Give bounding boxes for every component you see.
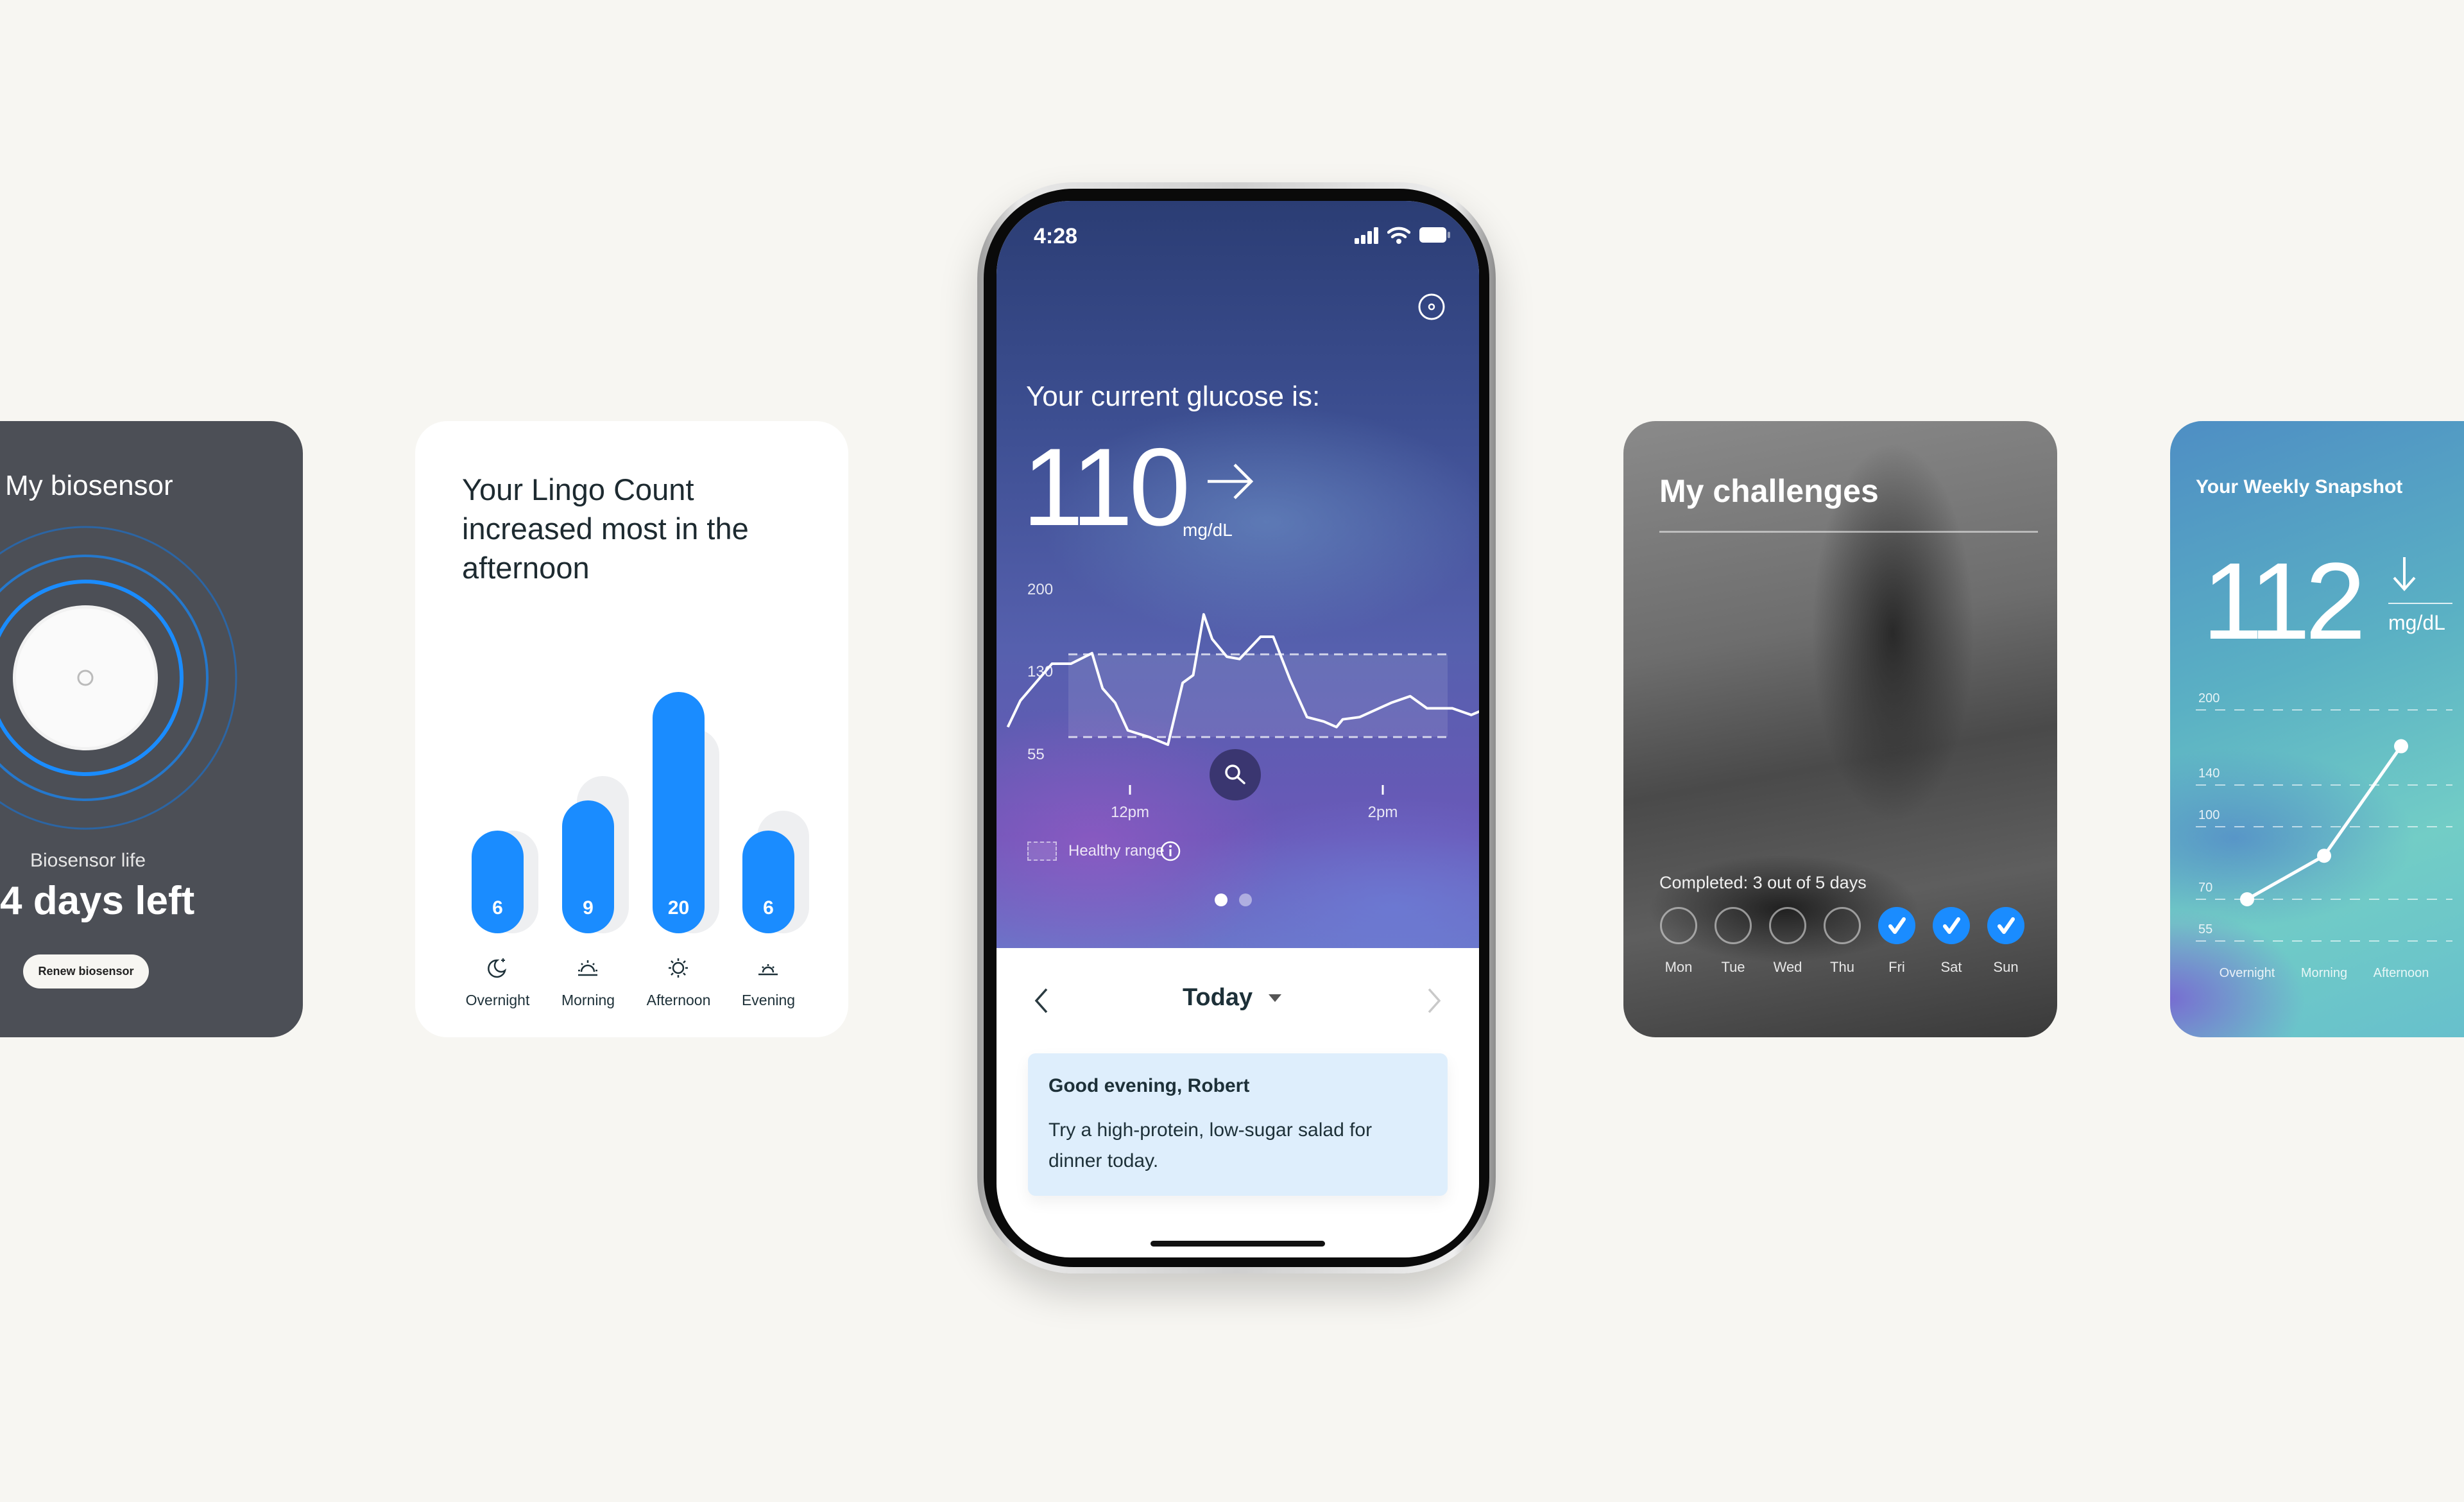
y-tick-label: 140 bbox=[2198, 766, 2220, 781]
category-label: Afternoon bbox=[646, 992, 711, 1008]
challenge-days: Mon Tue Wed Thu Fri Sat Sun bbox=[1623, 421, 2057, 1037]
category-label: Overnight bbox=[465, 992, 530, 1008]
day-label: Sun bbox=[1993, 959, 2019, 975]
day-label: Thu bbox=[1830, 959, 1854, 975]
biosensor-card: My biosensor Biosensor life 4 days left … bbox=[0, 421, 303, 1037]
glucose-line-chart: 2001305512pm2pm4pm bbox=[1006, 581, 1479, 821]
day-thu-status[interactable] bbox=[1824, 907, 1861, 944]
caret-down-icon bbox=[1269, 994, 1282, 1002]
weekly-point-morning[interactable] bbox=[2317, 849, 2331, 863]
lingo-count-card: Your Lingo Count increased most in the a… bbox=[415, 421, 848, 1037]
y-tick-label: 55 bbox=[1027, 746, 1045, 763]
biosensor-life-label: Biosensor life bbox=[30, 850, 146, 871]
biosensor-rings-icon bbox=[0, 526, 237, 830]
renew-biosensor-button[interactable]: Renew biosensor bbox=[23, 954, 149, 988]
category-label: Overnight bbox=[2220, 966, 2275, 980]
weekly-point-overnight[interactable] bbox=[2240, 892, 2254, 906]
chevron-right-icon[interactable] bbox=[1424, 987, 1443, 1015]
x-tick-label: 2pm bbox=[1368, 804, 1398, 821]
page-indicator[interactable] bbox=[1215, 893, 1252, 906]
y-tick-label: 70 bbox=[2198, 881, 2212, 895]
message-title: Good evening, Robert bbox=[1048, 1075, 1250, 1096]
magnifier-icon bbox=[1225, 764, 1245, 784]
day-mon-status[interactable] bbox=[1660, 907, 1697, 944]
message-body: Try a high-protein, low-sugar salad for … bbox=[1048, 1119, 1373, 1171]
info-icon[interactable] bbox=[1159, 840, 1181, 862]
y-tick-label: 100 bbox=[2198, 808, 2220, 822]
y-tick-label: 200 bbox=[2198, 691, 2220, 705]
sun-icon bbox=[667, 956, 690, 983]
chevron-left-icon[interactable] bbox=[1032, 987, 1052, 1015]
weekly-line-chart: 200 140 100 70 55 Overnight Morning Afternoon bbox=[2196, 691, 2452, 980]
healthy-range-legend: Healthy range bbox=[1068, 842, 1165, 859]
lingo-bar-chart: 6 Overnight 9 Morning 20 Afternoon 6 Evening bbox=[415, 421, 848, 1037]
biosensor-days-left: 4 days left bbox=[0, 879, 195, 923]
page-dot[interactable] bbox=[1215, 893, 1228, 906]
day-wed-status[interactable] bbox=[1769, 907, 1806, 944]
bar-value-label: 6 bbox=[492, 897, 503, 919]
day-label: Tue bbox=[1721, 959, 1745, 975]
category-label: Morning bbox=[561, 992, 615, 1008]
weekly-series-line bbox=[2246, 745, 2403, 901]
bar-value-label: 9 bbox=[583, 897, 594, 919]
category-label: Afternoon bbox=[2374, 966, 2429, 980]
date-label: Today bbox=[1183, 984, 1253, 1011]
healthy-range-swatch bbox=[1027, 842, 1057, 861]
day-label: Wed bbox=[1773, 959, 1802, 975]
message-card[interactable]: Good evening, Robert Try a high-protein,… bbox=[1028, 1053, 1448, 1196]
sunset-icon bbox=[757, 956, 780, 983]
checkmark-icon bbox=[1888, 917, 1906, 934]
day-sun-status[interactable] bbox=[1987, 907, 2024, 944]
y-tick-label: 55 bbox=[2198, 922, 2212, 937]
checkmark-icon bbox=[1998, 917, 2015, 934]
bar-value-label: 6 bbox=[763, 897, 774, 919]
day-label: Sat bbox=[1940, 959, 1962, 975]
home-indicator[interactable] bbox=[1151, 1241, 1325, 1247]
day-sat-status[interactable] bbox=[1933, 907, 1970, 944]
sunrise-icon bbox=[576, 956, 599, 983]
weekly-snapshot-card[interactable]: Your Weekly Snapshot 112 mg/dL 200 140 100… bbox=[2170, 421, 2464, 1037]
day-label: Fri bbox=[1888, 959, 1905, 975]
challenges-card[interactable]: My challenges Completed: 3 out of 5 days… bbox=[1623, 421, 2057, 1037]
category-label: Morning bbox=[2301, 966, 2347, 980]
y-tick-label: 200 bbox=[1027, 581, 1053, 598]
category-label: Evening bbox=[741, 992, 796, 1008]
x-tick-label: 12pm bbox=[1111, 804, 1149, 821]
bar-value-label: 20 bbox=[667, 897, 690, 919]
phone-screen: 4:28 Your current glucose is: 110 mg/dL … bbox=[997, 201, 1479, 1257]
day-tue-status[interactable] bbox=[1715, 907, 1752, 944]
checkmark-icon bbox=[1943, 917, 1960, 934]
day-fri-status[interactable] bbox=[1878, 907, 1915, 944]
day-label: Mon bbox=[1664, 959, 1693, 975]
page-dot[interactable] bbox=[1239, 893, 1252, 906]
zoom-chart-button[interactable] bbox=[1210, 749, 1261, 800]
weekly-point-afternoon[interactable] bbox=[2394, 739, 2408, 754]
moon-stars-icon bbox=[486, 956, 509, 983]
date-selector[interactable]: Today bbox=[1183, 984, 1282, 1012]
